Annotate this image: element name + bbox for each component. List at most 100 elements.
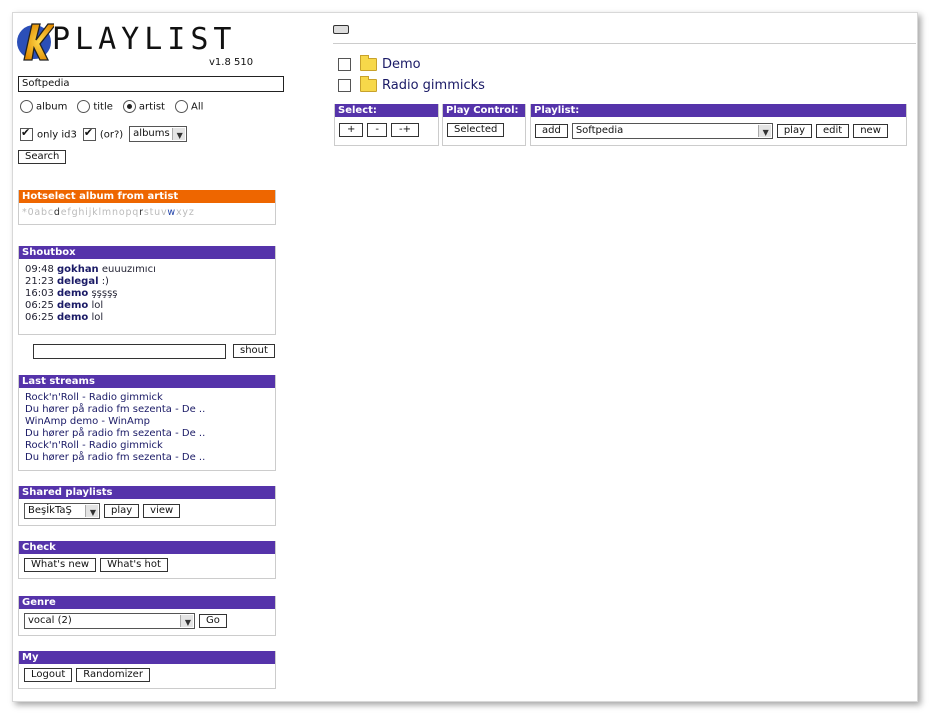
stream-link[interactable]: Du hører på radio fm sezenta - De .. [25,404,269,416]
select-value: Softpedia [575,125,624,136]
playlist-select[interactable]: Softpedia ▼ [571,123,773,139]
shout-message: 21:23 delegal :) [25,276,269,288]
search-button[interactable]: Search [18,150,67,164]
hotselect-panel: Hotselect album from artist *0abcdefghij… [18,190,276,225]
radio-artist[interactable]: artist [122,100,165,113]
k-logo-icon [17,23,54,61]
divider [333,43,916,44]
shared-play-button[interactable]: play [104,504,140,518]
folder-row-radio-gimmicks[interactable]: Radio gimmicks [338,76,485,93]
shout-button[interactable]: shout [233,344,275,358]
stream-link[interactable]: WinAmp demo - WinAmp [25,416,269,428]
playlist-add-button[interactable]: add [535,124,568,138]
playlist-controls: add Softpedia ▼ play edit new [531,117,906,143]
radio-title[interactable]: title [77,100,113,113]
shout-user: demo [57,300,89,311]
stream-link[interactable]: Rock'n'Roll - Radio gimmick [25,392,269,404]
shout-message: 06:25 demo lol [25,312,269,324]
shout-time: 06:25 [25,300,54,311]
genre-go-button[interactable]: Go [199,614,227,628]
letter-link[interactable]: d [54,207,61,218]
chevron-down-icon: ▼ [89,508,96,517]
stream-link[interactable]: Rock'n'Roll - Radio gimmick [25,440,269,452]
select-invert-button[interactable]: -+ [391,123,419,137]
shout-message: 06:25 demo lol [25,300,269,312]
stream-link[interactable]: Du hører på radio fm sezenta - De .. [25,452,269,464]
letter-link[interactable]: n [112,207,119,218]
radio-label: artist [138,101,165,113]
radio-icon [20,100,33,113]
play-control-buttons: Selected [443,117,525,141]
radio-album[interactable]: album [20,100,67,113]
genre-panel: Genre vocal (2) ▼ Go [18,596,276,636]
letter-link[interactable]: w [167,207,176,218]
play-control-header: Play Control: [443,104,525,117]
playlist-edit-button[interactable]: edit [816,124,850,138]
folder-checkbox[interactable] [338,58,351,71]
shout-time: 06:25 [25,312,54,323]
folder-label[interactable]: Demo [382,57,421,72]
hotselect-header: Hotselect album from artist [19,190,275,203]
whats-new-button[interactable]: What's new [24,558,97,572]
letter-link[interactable]: b [41,207,48,218]
select-value: BeşİkTaŞ [28,505,72,516]
search-type-select[interactable]: albums ▼ [129,126,187,142]
playlist-new-button[interactable]: new [853,124,888,138]
search-input[interactable]: Softpedia [18,76,284,92]
shout-text: lol [91,300,104,311]
select-all-button[interactable]: + [339,123,364,137]
shared-row: BeşİkTaŞ ▼ play view [19,499,275,525]
check-row: What's new What's hot [19,554,275,578]
shared-header: Shared playlists [19,486,275,499]
version-label: v1.8 510 [209,57,254,68]
keyboard-icon[interactable] [333,25,349,34]
chevron-down-icon: ▼ [762,128,769,137]
select-buttons: + - -+ [335,117,438,141]
shout-message: 09:48 gokhan euuuzımıcı [25,264,269,276]
stream-link[interactable]: Du hører på radio fm sezenta - De .. [25,428,269,440]
or-checkbox[interactable]: (or?) [82,126,123,141]
shout-input[interactable] [33,344,226,359]
select-none-button[interactable]: - [367,123,387,137]
kplaylist-logo: PLAYLIST [16,16,232,78]
folder-checkbox[interactable] [338,79,351,92]
shout-time: 09:48 [25,264,54,275]
radio-all[interactable]: All [174,100,204,113]
shared-view-button[interactable]: view [143,504,181,518]
letter-link[interactable]: m [102,207,112,218]
letter-link[interactable]: u [154,207,161,218]
shout-text: şşşşş [91,288,118,299]
play-selected-button[interactable]: Selected [447,123,505,137]
radio-label: album [36,101,68,113]
radio-icon [122,100,136,113]
letter-index: *0abcdefghijklmnopqrstuvwxyz [19,203,275,224]
radio-label: title [93,101,113,113]
search-mode-radios: album title artist All [20,100,203,113]
playlist-play-button[interactable]: play [776,124,812,138]
shout-text: :) [101,276,109,287]
folder-row-demo[interactable]: Demo [338,55,421,72]
logout-button[interactable]: Logout [24,668,73,682]
select-value: albums [133,128,170,139]
folder-icon [360,76,377,92]
shout-message: 16:03 demo şşşşş [25,288,269,300]
logo-text: PLAYLIST [52,22,237,57]
folder-label[interactable]: Radio gimmicks [382,78,485,93]
radio-label: All [190,101,204,113]
search-options: only id3 (or?) albums ▼ [20,126,187,142]
letter-link[interactable]: z [189,207,195,218]
my-panel: My Logout Randomizer [18,651,276,689]
playlist-box: Playlist: add Softpedia ▼ play edit new [530,104,907,146]
randomizer-button[interactable]: Randomizer [76,668,150,682]
radio-icon [77,100,91,113]
genre-header: Genre [19,596,275,609]
checkbox-label: only id3 [37,129,77,140]
shout-messages: 09:48 gokhan euuuzımıcı 21:23 delegal :) 1… [19,259,275,328]
only-id3-checkbox[interactable]: only id3 [20,126,77,141]
genre-select[interactable]: vocal (2) ▼ [24,613,195,629]
shared-playlist-select[interactable]: BeşİkTaŞ ▼ [24,503,100,519]
shout-text: euuuzımıcı [101,264,156,275]
whats-hot-button[interactable]: What's hot [100,558,168,572]
shout-time: 21:23 [25,276,54,287]
check-panel: Check What's new What's hot [18,541,276,579]
